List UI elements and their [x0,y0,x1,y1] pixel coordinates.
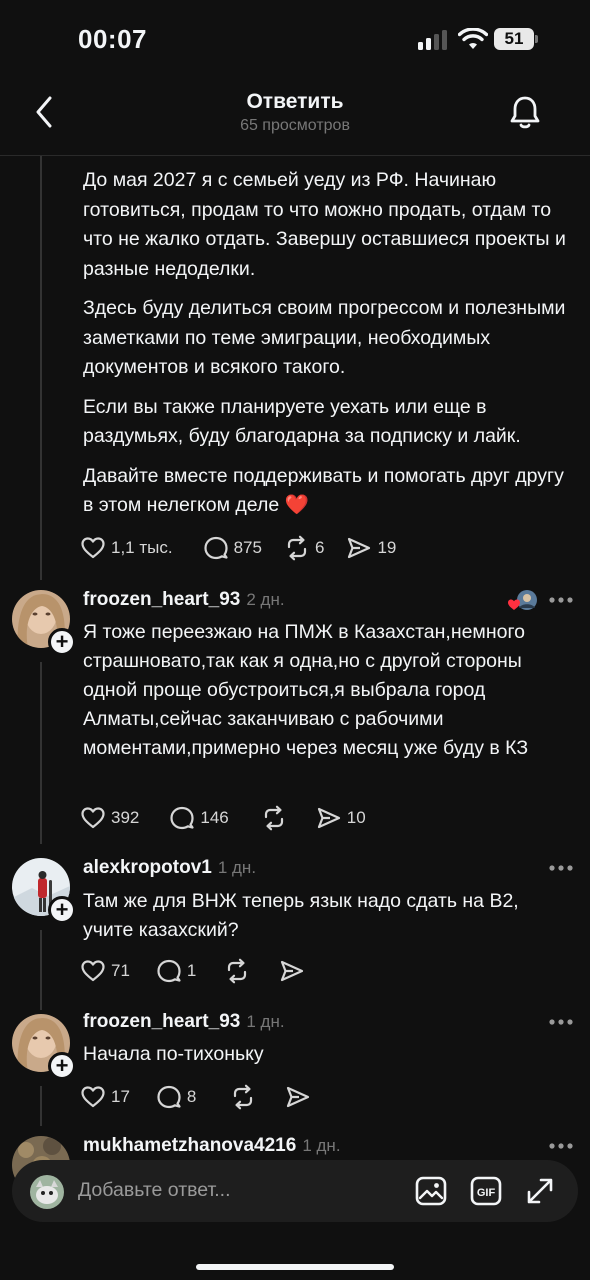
gif-icon[interactable]: GIF [470,1176,502,1206]
post-paragraph: До мая 2027 я с семьей уеду из РФ. Начин… [83,169,566,280]
comment-button[interactable]: 8 [156,1084,196,1110]
repost-button[interactable]: 6 [284,535,324,561]
post-paragraph-text: Давайте вместе поддерживать и помогать д… [83,464,564,517]
header: Ответить 65 просмотров [0,80,590,156]
heart-emoji: ❤️ [284,494,309,516]
home-indicator[interactable] [196,1264,394,1270]
clock: 00:07 [78,24,147,54]
thread-line [40,662,42,844]
username[interactable]: froozen_heart_93 [83,1011,240,1032]
timestamp: 1 дн. [302,1136,341,1155]
comment-bubble-icon [157,1085,181,1109]
like-count: 1,1 тыс. [111,538,173,557]
heart-outline-icon [81,537,105,559]
comment-bubble-icon [170,806,194,830]
share-count: 10 [346,808,366,827]
comment-count: 1 [186,961,197,980]
thread-line [40,1086,42,1126]
heart-outline-icon [81,1086,105,1108]
username[interactable]: froozen_heart_93 [83,589,240,610]
follow-plus-button[interactable]: + [48,896,76,924]
follow-plus-button[interactable]: + [48,628,76,656]
cellular-signal-icon [418,30,447,50]
repost-icon [264,805,283,831]
reply-input[interactable]: Добавьте ответ... [78,1179,231,1202]
more-options-icon[interactable] [548,1142,574,1150]
reply-text: Начала по-тихоньку [83,1043,264,1065]
reply-header: mukhametzhanova4216 1 дн. [83,1135,341,1157]
send-icon [281,960,304,982]
send-icon [287,1086,310,1108]
share-button[interactable] [279,958,310,984]
reply-header: froozen_heart_93 1 дн. [83,1011,285,1033]
like-button[interactable]: 1,1 тыс. [80,535,173,561]
reply-composer[interactable]: Добавьте ответ... GIF [12,1160,578,1222]
thread-line [40,930,42,1010]
bell-icon[interactable] [506,92,544,132]
repost-icon [228,958,247,984]
more-options-icon[interactable] [548,596,574,604]
share-count: 19 [377,538,397,557]
reply-actions: 71 1 [80,956,332,986]
like-button[interactable]: 392 [80,805,139,831]
svg-text:GIF: GIF [477,1187,496,1199]
timestamp: 2 дн. [246,590,285,609]
page-title: Ответить [246,90,344,113]
post-paragraph: Давайте вместе поддерживать и помогать д… [83,462,573,521]
share-button[interactable]: 19 [346,535,396,561]
send-icon [317,807,340,829]
reply-header: froozen_heart_93 2 дн. [83,589,285,611]
repost-count: 6 [314,538,325,557]
reply-actions: 392 146 10 [80,803,388,833]
wifi-icon [458,28,488,49]
comment-button[interactable]: 146 [169,805,229,831]
my-avatar [30,1175,64,1209]
repost-button[interactable] [230,1084,261,1110]
like-button[interactable]: 17 [80,1084,130,1110]
username[interactable]: mukhametzhanova4216 [83,1135,296,1156]
repost-button[interactable] [261,805,292,831]
reply-header: alexkropotov1 1 дн. [83,857,256,879]
like-button[interactable]: 71 [80,958,130,984]
reply-text: Там же для ВНЖ теперь язык надо сдать на… [83,890,519,941]
comment-count: 875 [233,538,262,557]
like-count: 392 [111,808,140,827]
more-options-icon[interactable] [548,1018,574,1026]
repost-icon [287,535,307,561]
like-count: 71 [111,961,130,980]
reply-actions: 17 8 [80,1082,338,1112]
timestamp: 1 дн. [246,1012,285,1031]
image-icon[interactable] [415,1176,447,1206]
repost-icon [234,1084,253,1110]
thread-line [40,156,42,580]
username[interactable]: alexkropotov1 [83,857,212,878]
battery-icon: 51 [494,28,538,50]
more-options-icon[interactable] [548,864,574,872]
post-paragraph: Если вы также планируете уехать или еще … [83,395,521,448]
comment-count: 8 [186,1087,197,1106]
heart-outline-icon [81,960,105,982]
battery-level: 51 [504,29,524,48]
views-count: 65 просмотров [240,117,350,134]
post-actions: 1,1 тыс. 875 6 19 [80,533,418,563]
comment-count: 146 [200,808,229,827]
comment-button[interactable]: 1 [156,958,196,984]
expand-icon[interactable] [525,1176,555,1206]
send-icon [348,537,371,559]
liked-by-author-icon [508,590,537,610]
share-button[interactable] [285,1084,316,1110]
post-paragraph: Здесь буду делиться своим прогрессом и п… [83,297,566,378]
post-text: До мая 2027 я с семьей уеду из РФ. Начин… [83,166,573,531]
follow-plus-button[interactable]: + [48,1052,76,1080]
timestamp: 1 дн. [217,858,257,877]
like-count: 17 [111,1087,130,1106]
heart-outline-icon [81,807,105,829]
comment-bubble-icon [157,959,181,983]
repost-button[interactable] [224,958,255,984]
comment-button[interactable]: 875 [203,535,262,561]
share-button[interactable]: 10 [316,805,366,831]
reply-text: Я тоже переезжаю на ПМЖ в Казахстан,немн… [83,621,529,759]
status-bar: 00:07 51 [0,0,590,80]
comment-bubble-icon [203,536,228,560]
